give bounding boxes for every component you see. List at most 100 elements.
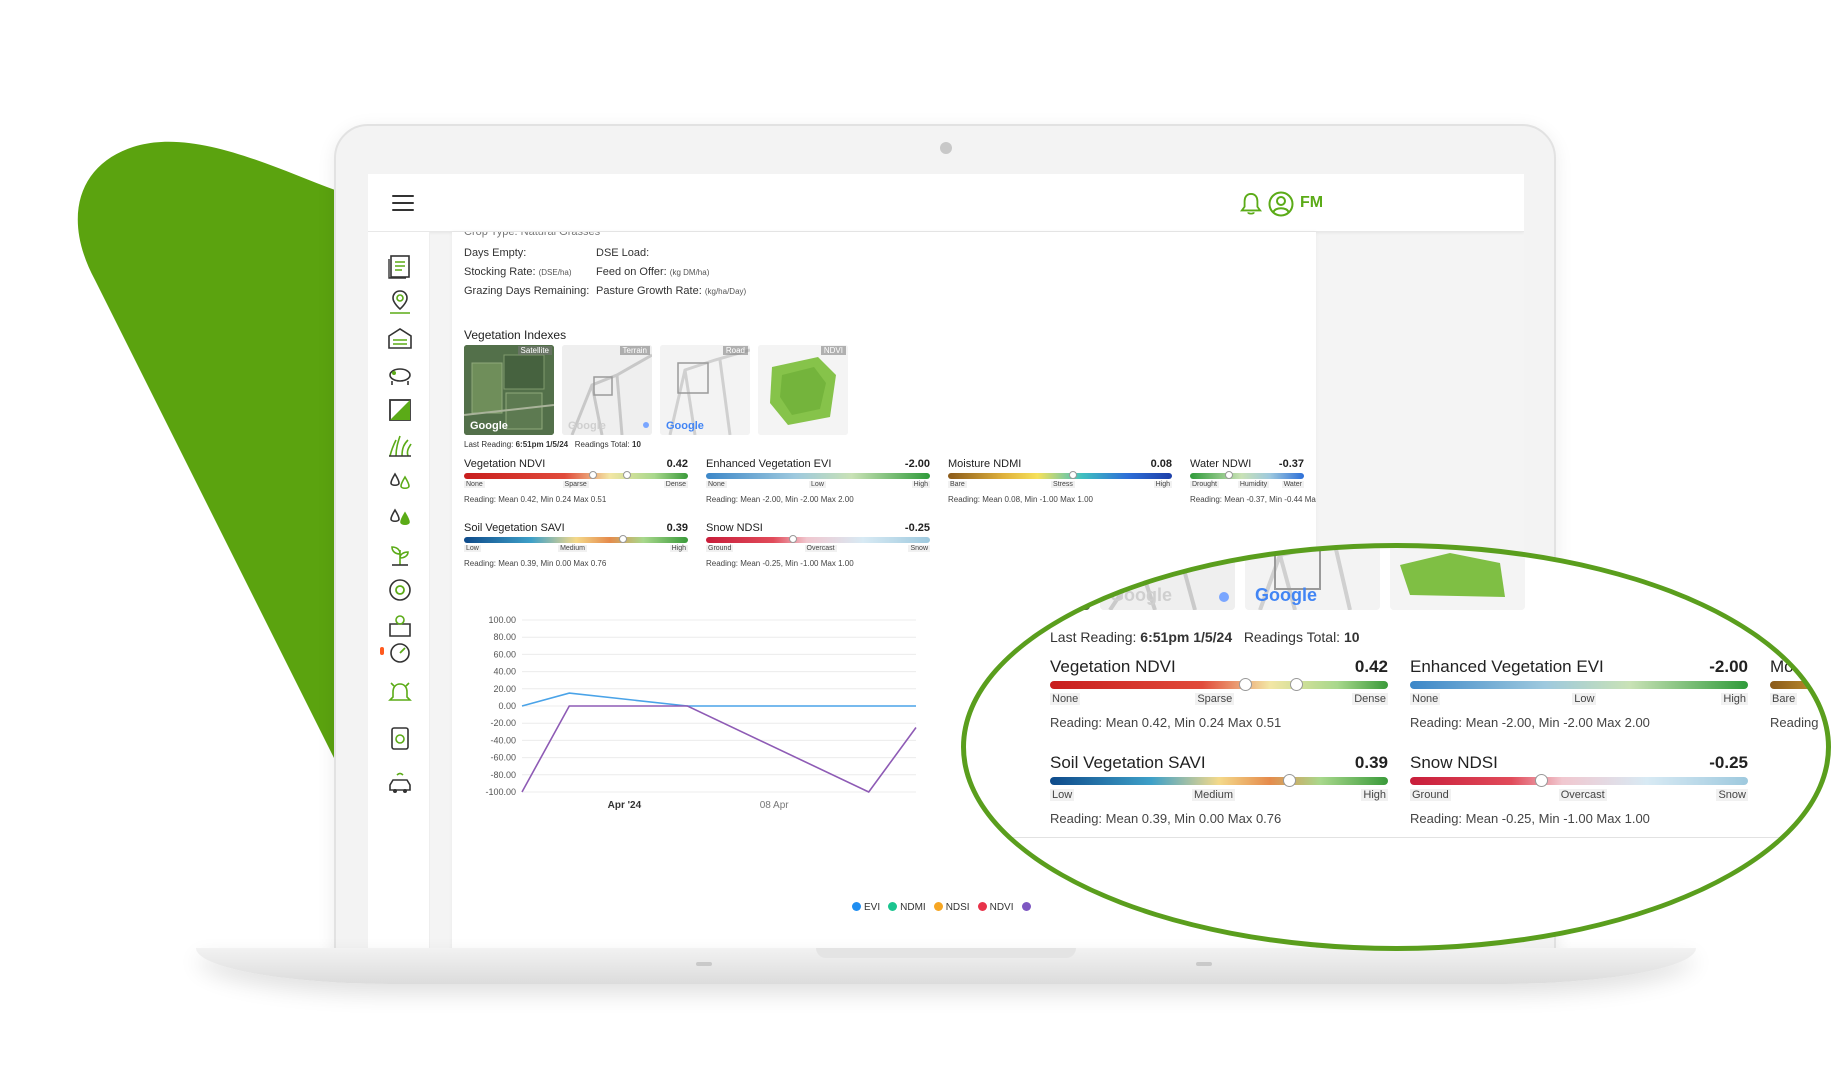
satellite-map-tile[interactable]: Satellite Google	[464, 345, 554, 435]
zoom-divider	[965, 837, 1827, 838]
chart-series-line	[521, 692, 916, 707]
index-value: 0.39	[1354, 753, 1388, 772]
user-initials[interactable]: FM	[1300, 194, 1323, 212]
moisture-drops-icon[interactable]	[386, 504, 414, 532]
google-logo: Google	[1110, 585, 1172, 605]
scale-high-label: Dense	[1352, 693, 1388, 705]
crop-type-text: Crop Type: Natural Grasses	[464, 232, 601, 238]
tab-satellite[interactable]: Satellite	[517, 346, 552, 355]
scale-mid-label: Sparse	[1195, 693, 1235, 705]
scale-low-label: Low	[1050, 789, 1075, 801]
scale-low-label: None	[1410, 693, 1441, 705]
index-knob	[1283, 774, 1297, 787]
index-scale-bar	[1410, 774, 1748, 787]
index-stats: Reading	[1770, 715, 1819, 730]
scale-high-label: High	[1721, 693, 1748, 705]
plant-icon[interactable]	[386, 540, 414, 568]
grass-icon[interactable]	[386, 432, 414, 460]
paddock-icon[interactable]	[386, 396, 414, 424]
scale-mid-label: Medium	[1191, 789, 1236, 801]
legend-swatch	[933, 902, 943, 911]
scale-low-label: Ground	[1410, 789, 1451, 801]
index-name: Snow NDSI	[706, 522, 763, 534]
laptop-notch	[816, 948, 1076, 958]
scale-high-label: High	[1361, 789, 1388, 801]
tab-road[interactable]: Road	[722, 346, 748, 355]
scale-low-label: Bare	[1770, 693, 1798, 705]
ndsi-index: Snow NDSI -0.25 Ground Overcast Snow Readin…	[706, 522, 930, 568]
terrain-map-tile[interactable]: Terrain Google	[562, 345, 652, 435]
index-stats: Reading: Mean -0.37, Min -0.44 Max -0.21	[1190, 495, 1316, 504]
chart-x-tick-label: Apr '24	[608, 800, 642, 811]
vehicle-icon[interactable]	[386, 770, 414, 798]
cow-icon[interactable]	[386, 360, 414, 388]
menu-icon[interactable]	[392, 195, 414, 211]
tab-ndvi[interactable]: NDVI	[820, 346, 846, 355]
zoom-last-reading-line: Last Reading: 6:51pm 1/5/24 Readings Tot…	[1050, 629, 1360, 645]
zoom-road-tile[interactable]: Google	[1245, 547, 1380, 610]
alarm-icon[interactable]	[386, 678, 414, 706]
scale-high-label: Snow	[1716, 789, 1748, 801]
barn-icon[interactable]	[386, 324, 414, 352]
top-bar: FM	[368, 174, 1524, 232]
ndmi-index: Moisture NDMI 0.08 Bare Stress High Reading…	[948, 458, 1172, 504]
scale-mid-label: Sparse	[562, 481, 589, 488]
map-pin-icon[interactable]	[386, 288, 414, 316]
laptop-foot	[696, 962, 712, 966]
location-target-icon[interactable]	[386, 576, 414, 604]
index-name: Vegetation NDVI	[1050, 657, 1176, 676]
scale-low-label: None	[464, 481, 485, 488]
index-knob	[1068, 471, 1077, 479]
document-list-icon[interactable]	[386, 252, 414, 280]
zoom-terrain-tile[interactable]: Google	[1100, 547, 1235, 610]
google-logo: Google	[470, 420, 508, 432]
chart-y-tick-label: 40.00	[493, 667, 516, 677]
scale-high-label: High	[911, 481, 930, 488]
index-scale-bar	[706, 473, 930, 479]
google-logo: Google	[965, 585, 1027, 605]
dse-load-label: DSE Load:	[596, 247, 650, 259]
index-knob	[788, 535, 797, 543]
trough-icon[interactable]	[386, 612, 414, 640]
water-drops-icon[interactable]	[386, 468, 414, 496]
rain-gauge-icon[interactable]	[386, 638, 414, 666]
index-marker	[1289, 678, 1303, 691]
legend-item[interactable]: EVI	[852, 902, 880, 913]
scale-mid-label: Stress	[1051, 481, 1075, 488]
tab-terrain[interactable]: Terrain	[619, 346, 650, 355]
legend-item[interactable]: NDMI	[888, 902, 926, 913]
pasture-growth-label: Pasture Growth Rate: (kg/ha/Day)	[596, 285, 747, 297]
google-logo: Google	[666, 420, 704, 432]
index-value: -0.25	[1709, 753, 1748, 772]
user-avatar-icon[interactable]	[1268, 191, 1294, 217]
chart-y-tick-label: 20.00	[493, 684, 516, 694]
index-scale-bar	[1050, 774, 1388, 787]
scale-low-label: Ground	[706, 545, 734, 552]
index-value: -2.00	[904, 458, 930, 470]
index-stats: Reading: Mean 0.39, Min 0.00 Max 0.76	[464, 559, 607, 568]
ndvi-map-tile[interactable]: NDVI	[758, 345, 848, 435]
legend-swatch	[888, 902, 898, 911]
zoom-satellite-tile[interactable]: Google	[965, 547, 1090, 610]
index-knob	[1225, 471, 1234, 479]
index-scale-bar	[464, 471, 688, 479]
scale-high-label: High	[1153, 481, 1172, 488]
vegetation-indexes-title: Vegetation Indexes	[464, 328, 567, 342]
scale-mid-label: Overcast	[1558, 789, 1607, 801]
road-map-tile[interactable]: Road Google	[660, 345, 750, 435]
index-name: Moisture NDMI	[948, 458, 1022, 470]
scale-mid-label: Low	[809, 481, 826, 488]
index-value: -2.00	[1709, 657, 1748, 676]
chart-y-tick-label: 60.00	[493, 649, 516, 659]
index-knob	[618, 535, 627, 543]
index-stats: Reading: Mean 0.39, Min 0.00 Max 0.76	[1050, 811, 1282, 826]
bell-icon[interactable]	[1240, 192, 1262, 216]
legend-label: EVI	[864, 902, 881, 913]
index-name: Enhanced Vegetation EVI	[1410, 657, 1604, 676]
index-name: Vegetation NDVI	[464, 458, 546, 470]
fuel-tank-icon[interactable]	[386, 724, 414, 752]
index-stats: Reading: Mean -0.25, Min -1.00 Max 1.00	[706, 559, 854, 568]
zoom-ndvi-tile[interactable]	[1390, 547, 1525, 610]
index-stats: Reading: Mean -2.00, Min -2.00 Max 2.00	[706, 495, 854, 504]
sidebar	[368, 232, 430, 964]
